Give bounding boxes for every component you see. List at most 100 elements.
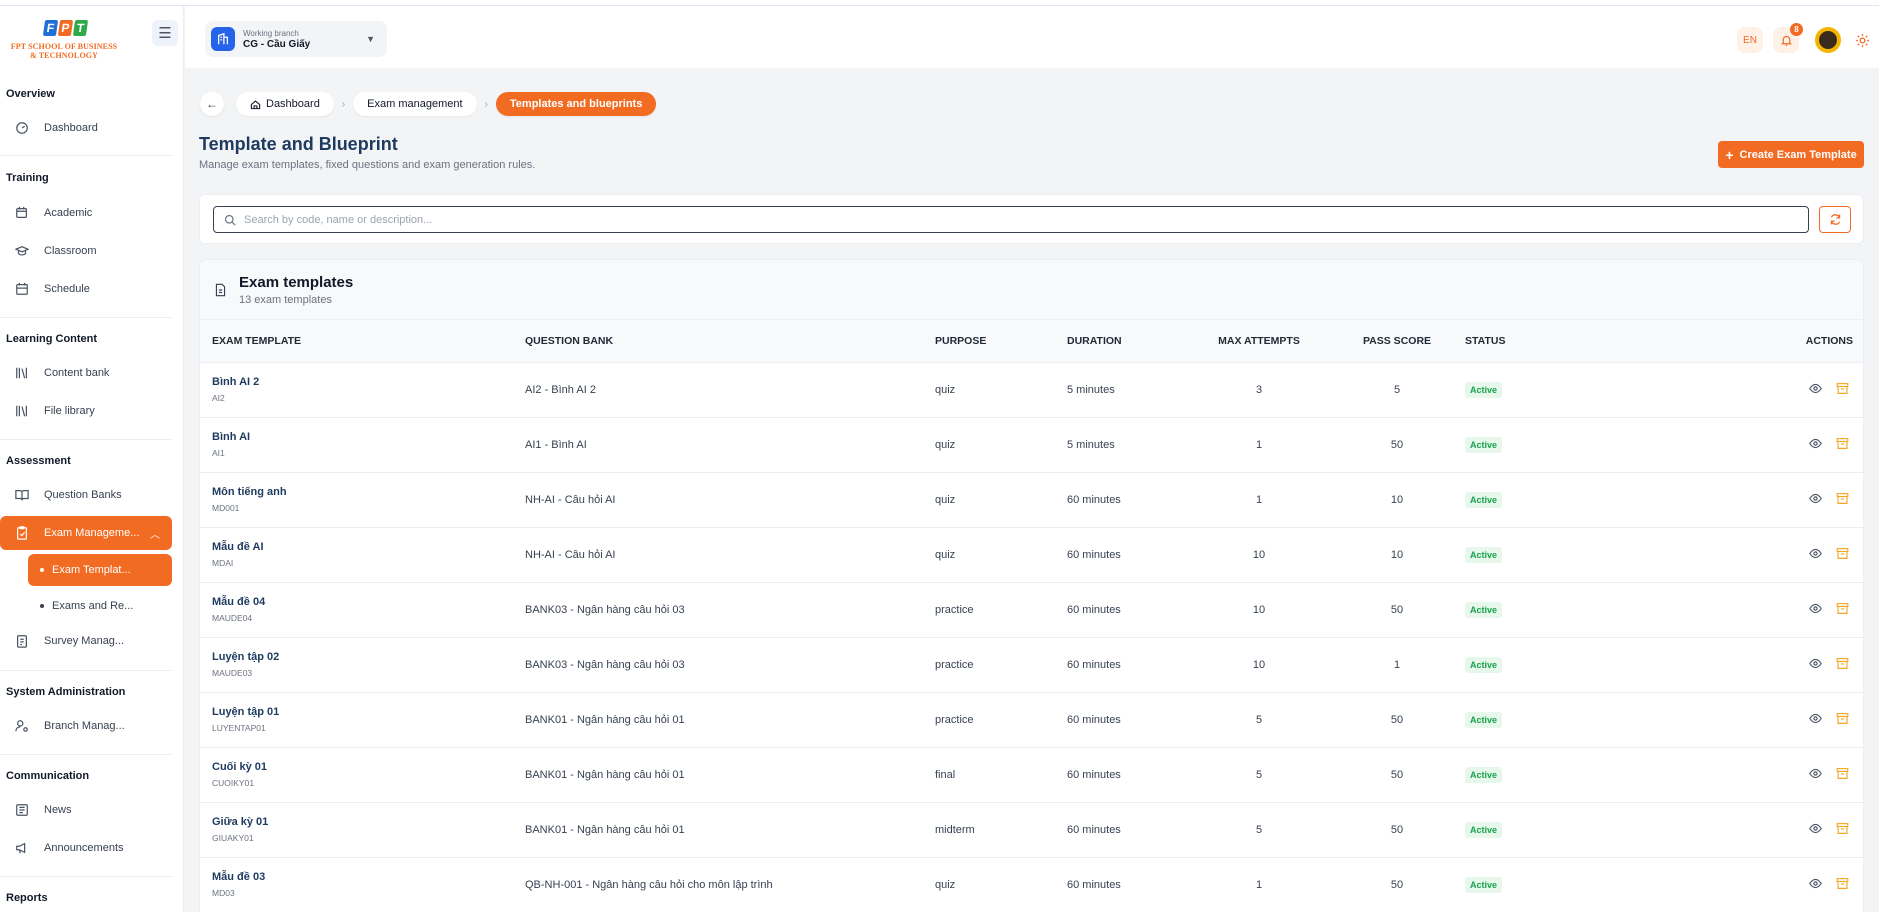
view-button[interactable] (1809, 822, 1822, 838)
cell-pass-score: 5 (1341, 362, 1453, 418)
eye-icon (1809, 438, 1822, 448)
sidebar-item-label: Exam Templat... (52, 564, 131, 576)
cell-question-bank: BANK01 - Ngân hàng câu hỏi 01 (513, 747, 923, 803)
cell-duration: 60 minutes (1055, 527, 1177, 583)
search-input[interactable] (244, 213, 1744, 226)
sidebar-item-branch-management[interactable]: Branch Manag... (6, 709, 172, 743)
sidebar-subitem-exam-templates[interactable]: Exam Templat... (28, 554, 172, 586)
sidebar-item-survey[interactable]: Survey Manag... (6, 624, 172, 658)
table-row[interactable]: Mẫu đề 03 MD03 QB-NH-001 - Ngân hàng câu h… (200, 857, 1863, 912)
cell-duration: 60 minutes (1055, 582, 1177, 638)
table-row[interactable]: Bình AI 2 AI2 AI2 - Bình AI 2 quiz 5 minutes… (200, 362, 1863, 418)
breadcrumb-exam-management[interactable]: Exam management (353, 92, 477, 116)
branch-selector[interactable]: Working branch CG - Cầu Giấy ▼ (205, 21, 387, 57)
sidebar-item-schedule[interactable]: Schedule (6, 272, 172, 306)
sidebar-item-academic[interactable]: Academic (6, 196, 172, 230)
cell-actions (1561, 692, 1863, 748)
settings-button[interactable] (1849, 27, 1875, 53)
calendar-icon (14, 281, 30, 297)
column-header[interactable]: PURPOSE (923, 320, 1055, 363)
menu-toggle-button[interactable]: ☰ (152, 20, 178, 46)
column-header[interactable]: EXAM TEMPLATE (200, 320, 513, 363)
calendar-clock-icon (14, 205, 30, 221)
sidebar-item-exam-management[interactable]: Exam Manageme... ︿ (0, 516, 172, 550)
sidebar-item-announcements[interactable]: Announcements (6, 831, 172, 865)
view-button[interactable] (1809, 437, 1822, 453)
view-button[interactable] (1809, 657, 1822, 673)
column-header[interactable]: PASS SCORE (1341, 320, 1453, 363)
cell-template: Môn tiếng anh MD001 (200, 472, 513, 528)
column-header[interactable]: QUESTION BANK (513, 320, 923, 363)
archive-button[interactable] (1836, 602, 1849, 618)
breadcrumb-dashboard[interactable]: Dashboard (236, 92, 334, 116)
template-name-link[interactable]: Mẫu đề AI (212, 541, 513, 553)
column-header[interactable]: MAX ATTEMPTS (1177, 320, 1341, 363)
sidebar-item-dashboard[interactable]: Dashboard (6, 111, 172, 145)
template-name-link[interactable]: Luyện tập 01 (212, 706, 513, 718)
template-name-link[interactable]: Mẫu đề 03 (212, 871, 513, 883)
column-header[interactable]: STATUS (1453, 320, 1561, 363)
template-name-link[interactable]: Mẫu đề 04 (212, 596, 513, 608)
table-row[interactable]: Môn tiếng anh MD001 NH-AI - Câu hỏi AI quiz… (200, 472, 1863, 528)
sidebar-item-label: Classroom (44, 245, 97, 257)
archive-button[interactable] (1836, 822, 1849, 838)
sidebar-subitem-exams-results[interactable]: Exams and Re... (28, 590, 172, 622)
refresh-icon (1830, 214, 1840, 225)
sidebar-item-label: Exam Manageme... (44, 527, 140, 539)
template-name-link[interactable]: Cuối kỳ 01 (212, 761, 513, 773)
table-row[interactable]: Cuối kỳ 01 CUOIKY01 BANK01 - Ngân hàng câu… (200, 747, 1863, 803)
view-button[interactable] (1809, 877, 1822, 893)
language-label: EN (1743, 34, 1757, 46)
archive-button[interactable] (1836, 547, 1849, 563)
view-button[interactable] (1809, 382, 1822, 398)
refresh-button[interactable] (1819, 206, 1851, 233)
cell-pass-score: 50 (1341, 582, 1453, 638)
notification-badge: 8 (1790, 23, 1803, 36)
notifications-button[interactable]: 8 (1773, 23, 1803, 53)
table-row[interactable]: Luyện tập 01 LUYENTAP01 BANK01 - Ngân hàng… (200, 692, 1863, 748)
view-button[interactable] (1809, 547, 1822, 563)
archive-button[interactable] (1836, 492, 1849, 508)
archive-button[interactable] (1836, 767, 1849, 783)
breadcrumb-label: Templates and blueprints (509, 98, 643, 110)
table-row[interactable]: Giữa kỳ 01 GIUAKY01 BANK01 - Ngân hàng câu… (200, 802, 1863, 858)
breadcrumb-templates[interactable]: Templates and blueprints (495, 92, 657, 116)
user-avatar[interactable] (1815, 27, 1841, 53)
archive-button[interactable] (1836, 657, 1849, 673)
cell-max-attempts: 10 (1177, 527, 1341, 583)
sidebar-item-file-library[interactable]: File library (6, 394, 172, 428)
table-row[interactable]: Mẫu đề AI MDAI NH-AI - Câu hỏi AI quiz 60 mi… (200, 527, 1863, 583)
column-header[interactable]: DURATION (1055, 320, 1177, 363)
template-name-link[interactable]: Giữa kỳ 01 (212, 816, 513, 828)
create-exam-template-button[interactable]: + Create Exam Template (1718, 141, 1864, 168)
view-button[interactable] (1809, 712, 1822, 728)
archive-button[interactable] (1836, 382, 1849, 398)
sidebar-item-question-banks[interactable]: Question Banks (6, 478, 172, 512)
archive-button[interactable] (1836, 877, 1849, 893)
template-name-link[interactable]: Bình AI 2 (212, 376, 513, 388)
sidebar-item-news[interactable]: News (6, 793, 172, 827)
archive-button[interactable] (1836, 712, 1849, 728)
template-name-link[interactable]: Môn tiếng anh (212, 486, 513, 498)
table-row[interactable]: Bình AI AI1 AI1 - Bình AI quiz 5 minutes 1 50 A… (200, 417, 1863, 473)
sidebar-item-content-bank[interactable]: Content bank (6, 356, 172, 390)
language-button[interactable]: EN (1737, 27, 1763, 53)
sidebar-item-label: Academic (44, 207, 93, 219)
template-name-link[interactable]: Bình AI (212, 431, 513, 443)
status-badge: Active (1465, 491, 1503, 508)
archive-button[interactable] (1836, 437, 1849, 453)
template-code: MAUDE04 (212, 613, 253, 623)
fpt-logo[interactable]: F P T FPT SCHOOL OF BUSINESS & TECHNOLOG… (6, 20, 122, 70)
template-name-link[interactable]: Luyện tập 02 (212, 651, 513, 663)
gear-icon (1855, 33, 1869, 47)
view-button[interactable] (1809, 492, 1822, 508)
table-row[interactable]: Luyện tập 02 MAUDE03 BANK03 - Ngân hàng câ… (200, 637, 1863, 693)
sidebar-item-classroom[interactable]: Classroom (6, 234, 172, 268)
view-button[interactable] (1809, 602, 1822, 618)
table-row[interactable]: Mẫu đề 04 MAUDE04 BANK03 - Ngân hàng câu h… (200, 582, 1863, 638)
arrow-left-icon: ← (206, 97, 218, 111)
back-button[interactable]: ← (200, 92, 224, 116)
cell-actions (1561, 362, 1863, 418)
view-button[interactable] (1809, 767, 1822, 783)
cell-status: Active (1453, 802, 1561, 858)
